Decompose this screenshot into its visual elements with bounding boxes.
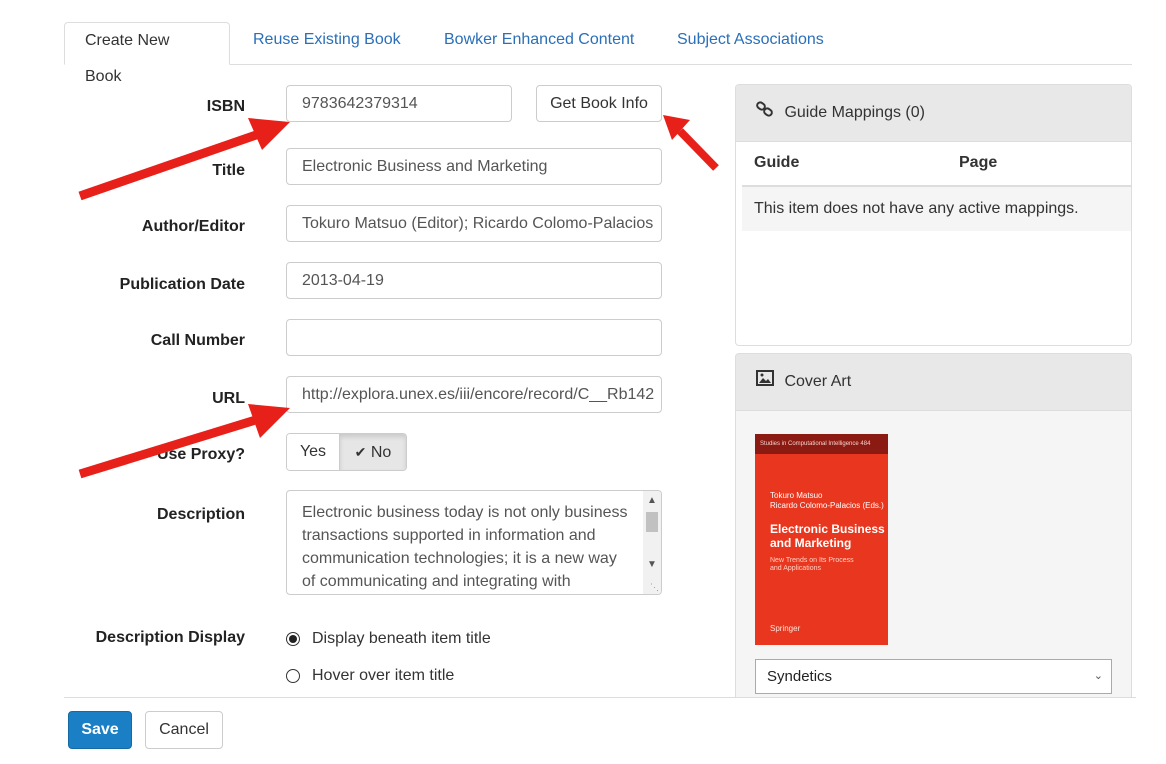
radio-unchecked-icon bbox=[286, 669, 300, 683]
isbn-input[interactable]: 9783642379314 bbox=[286, 85, 512, 122]
guide-mappings-table-header: Guide Page bbox=[742, 141, 1131, 187]
cover-title: Electronic Business and Marketing bbox=[770, 522, 885, 550]
url-input[interactable]: http://explora.unex.es/iii/encore/record… bbox=[286, 376, 662, 413]
proxy-no-label: No bbox=[370, 444, 392, 461]
url-label: URL bbox=[212, 390, 245, 407]
guide-mappings-header: Guide Mappings (0) bbox=[736, 85, 1131, 142]
radio-checked-icon bbox=[286, 632, 300, 646]
description-text: Electronic business today is not only bu… bbox=[302, 504, 628, 590]
desc-display-hover-radio[interactable]: Hover over item title bbox=[286, 667, 454, 685]
footer-divider bbox=[64, 697, 1136, 698]
link-icon bbox=[756, 85, 780, 141]
scroll-thumb[interactable] bbox=[646, 512, 658, 532]
author-input[interactable]: Tokuro Matsuo (Editor); Ricardo Colomo-P… bbox=[286, 205, 662, 242]
description-label: Description bbox=[156, 506, 245, 523]
cover-source-value: Syndetics bbox=[767, 668, 833, 685]
pubdate-label: Publication Date bbox=[119, 276, 245, 293]
desc-display-label: Description Display bbox=[95, 629, 245, 646]
cover-art-header: Cover Art bbox=[736, 354, 1131, 411]
arrow-to-get-book-info-icon bbox=[663, 115, 719, 171]
pubdate-input[interactable]: 2013-04-19 bbox=[286, 262, 662, 299]
tab-reuse-existing-book[interactable]: Reuse Existing Book bbox=[233, 22, 421, 64]
proxy-toggle: Yes ✔ No bbox=[286, 433, 407, 471]
chevron-down-icon: ⌄ bbox=[1093, 670, 1103, 682]
save-button[interactable]: Save bbox=[68, 711, 132, 749]
get-book-info-button[interactable]: Get Book Info bbox=[536, 85, 662, 122]
desc-display-beneath-radio[interactable]: Display beneath item title bbox=[286, 630, 491, 648]
tab-bowker-enhanced-content[interactable]: Bowker Enhanced Content bbox=[424, 22, 654, 64]
proxy-no-button[interactable]: ✔ No bbox=[340, 434, 406, 470]
scroll-down-icon[interactable]: ▼ bbox=[643, 557, 661, 573]
callnum-label: Call Number bbox=[150, 332, 245, 349]
cover-series: Studies in Computational Intelligence 48… bbox=[755, 434, 888, 454]
arrow-to-isbn-icon bbox=[78, 118, 290, 201]
resize-handle-icon[interactable]: ⋱ bbox=[650, 582, 659, 593]
cover-authors: Tokuro Matsuo Ricardo Colomo-Palacios (E… bbox=[770, 491, 884, 510]
check-icon: ✔ bbox=[354, 444, 367, 460]
tab-bar: Create New Book Reuse Existing Book Bowk… bbox=[64, 0, 1132, 85]
description-scrollbar[interactable]: ▲ ▼ bbox=[643, 491, 661, 594]
title-input[interactable]: Electronic Business and Marketing bbox=[286, 148, 662, 185]
isbn-label: ISBN bbox=[206, 98, 245, 115]
tab-subject-associations[interactable]: Subject Associations bbox=[657, 22, 844, 64]
cover-source-select[interactable]: Syndetics ⌄ bbox=[755, 659, 1112, 694]
proxy-yes-button[interactable]: Yes bbox=[287, 434, 340, 470]
desc-display-hover-label: Hover over item title bbox=[312, 667, 455, 684]
cancel-button[interactable]: Cancel bbox=[145, 711, 223, 749]
cover-art-title: Cover Art bbox=[784, 373, 852, 390]
guide-mappings-empty-message: This item does not have any active mappi… bbox=[742, 187, 1131, 231]
col-guide: Guide bbox=[754, 154, 800, 171]
proxy-label: Use Proxy? bbox=[156, 446, 245, 463]
book-cover-image: Studies in Computational Intelligence 48… bbox=[755, 434, 888, 645]
title-label: Title bbox=[212, 162, 245, 179]
scroll-up-icon[interactable]: ▲ bbox=[643, 493, 661, 509]
guide-mappings-title: Guide Mappings (0) bbox=[784, 104, 925, 121]
cover-publisher: Springer bbox=[770, 624, 801, 633]
tab-create-new-book[interactable]: Create New Book bbox=[64, 22, 230, 85]
guide-mappings-panel: Guide Mappings (0) Guide Page This item … bbox=[735, 84, 1132, 346]
author-label: Author/Editor bbox=[141, 218, 245, 235]
cover-subtitle: New Trends on Its Process and Applicatio… bbox=[770, 557, 854, 572]
image-icon bbox=[756, 354, 780, 410]
description-textarea[interactable]: Electronic business today is not only bu… bbox=[286, 490, 662, 595]
callnum-input[interactable] bbox=[286, 319, 662, 356]
cover-art-panel: Cover Art Studies in Computational Intel… bbox=[735, 353, 1132, 697]
col-page: Page bbox=[959, 154, 998, 171]
desc-display-beneath-label: Display beneath item title bbox=[312, 630, 491, 647]
